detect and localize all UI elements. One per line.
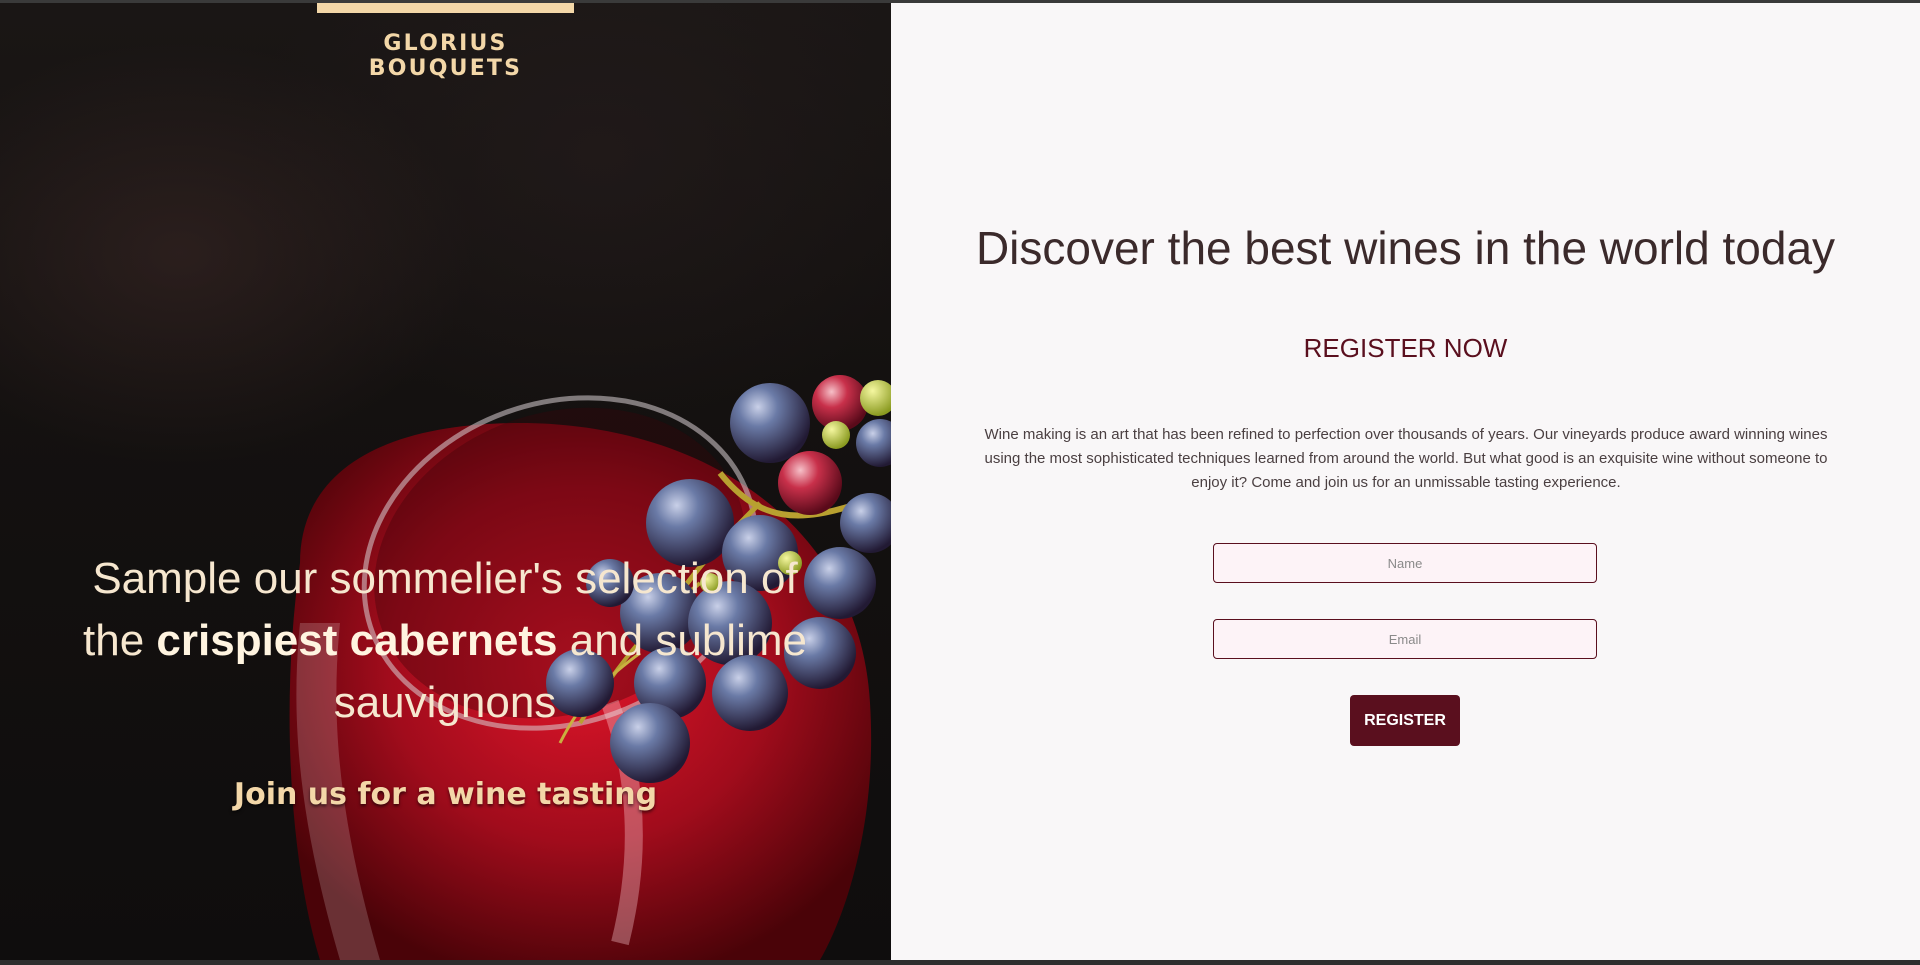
email-field[interactable]: [1213, 619, 1597, 659]
register-description: Wine making is an art that has been refi…: [984, 426, 1828, 491]
register-subtitle: REGISTER NOW: [1303, 333, 1508, 363]
window-bottom-border: [0, 960, 1920, 965]
hero-cta: Join us for a wine tasting: [233, 777, 658, 812]
brand-accent-bar: [317, 3, 574, 13]
hero-headline-bold: crispiest cabernets: [156, 616, 558, 665]
page-title: Discover the best wines in the world tod…: [975, 222, 1836, 274]
hero-headline: Sample our sommelier's selection of the …: [70, 548, 820, 734]
wine-glass-grapes-image: [289, 375, 891, 960]
hero-section: GLORIUS BOUQUETS Sample our sommelier's …: [0, 3, 891, 960]
register-button[interactable]: REGISTER: [1350, 695, 1460, 746]
name-field[interactable]: [1213, 543, 1597, 583]
brand-logo[interactable]: GLORIUS BOUQUETS: [317, 31, 574, 81]
register-panel: Discover the best wines in the world tod…: [891, 3, 1920, 960]
